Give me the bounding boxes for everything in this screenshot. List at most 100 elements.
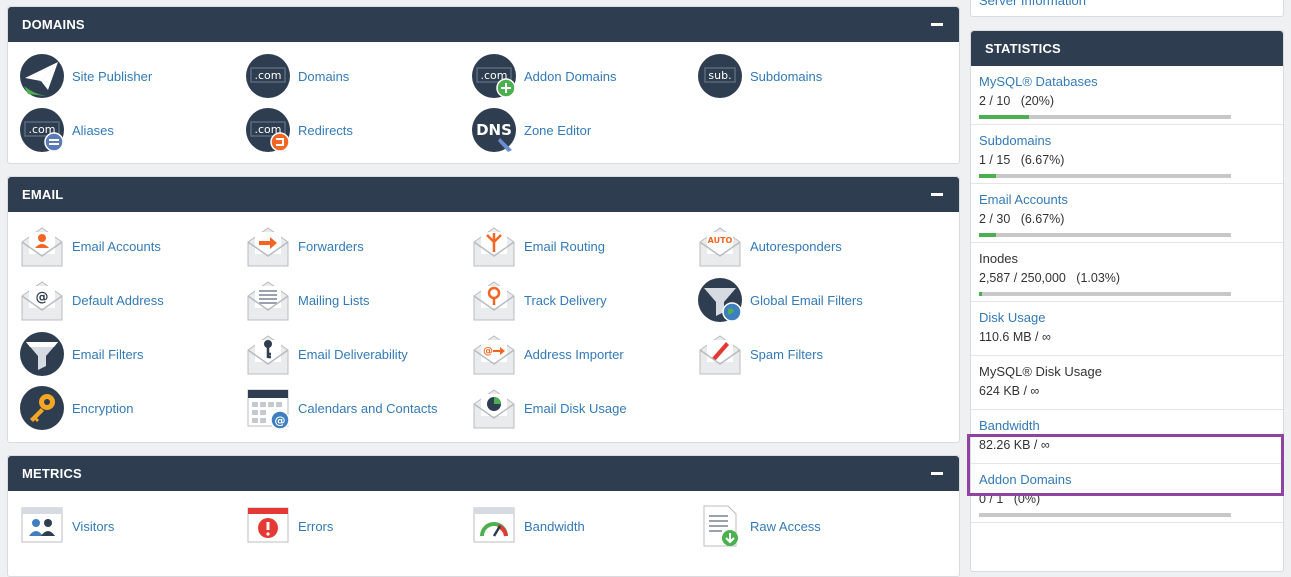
global-email-filters-item[interactable]: Global Email Filters: [698, 273, 924, 327]
envelope-import-icon: @: [472, 332, 516, 376]
calendar-at-icon: @: [246, 386, 290, 430]
item-label: Address Importer: [524, 346, 624, 362]
paper-plane-icon: [20, 54, 64, 98]
email-routing-item[interactable]: Email Routing: [472, 219, 698, 273]
address-importer-item[interactable]: @ Address Importer: [472, 327, 698, 381]
item-label: Forwarders: [298, 238, 364, 254]
track-delivery-item[interactable]: Track Delivery: [472, 273, 698, 327]
stat-value: 110.6 MB / ∞: [979, 330, 1051, 344]
progress-bar: [979, 292, 1231, 296]
auto-badge: AUTO: [708, 236, 733, 245]
envelope-key-icon: [246, 332, 290, 376]
raw-access-item[interactable]: Raw Access: [698, 499, 924, 553]
dotcom-redirect-icon: .com: [246, 108, 290, 152]
progress-fill: [979, 174, 996, 178]
envelope-at-icon: @: [20, 278, 64, 322]
dotcom-equal-icon: .com: [20, 108, 64, 152]
email-disk-usage-item[interactable]: Email Disk Usage: [472, 381, 698, 435]
envelope-arrow-icon: [246, 224, 290, 268]
calendars-contacts-item[interactable]: @ Calendars and Contacts: [246, 381, 472, 435]
stat-value: 2 / 10 (20%): [979, 94, 1055, 108]
subdomains-item[interactable]: sub. Subdomains: [698, 49, 924, 103]
domains-title: DOMAINS: [22, 17, 85, 32]
email-accounts-item[interactable]: Email Accounts: [20, 219, 246, 273]
stat-bandwidth: Bandwidth 82.26 KB / ∞: [971, 410, 1283, 464]
envelope-pie-icon: [472, 386, 516, 430]
stat-title[interactable]: MySQL® Databases: [979, 73, 1275, 91]
envelope-pen-icon: [698, 332, 742, 376]
item-label: Aliases: [72, 122, 114, 138]
collapse-icon[interactable]: [931, 193, 943, 196]
collapse-icon[interactable]: [931, 23, 943, 26]
stat-subdomains: Subdomains 1 / 15 (6.67%): [971, 125, 1283, 184]
stat-value: 0 / 1 (0%): [979, 492, 1041, 506]
stat-email-accounts: Email Accounts 2 / 30 (6.67%): [971, 184, 1283, 243]
item-label: Zone Editor: [524, 122, 592, 138]
item-label: Mailing Lists: [298, 292, 370, 308]
dns-icon: DNS: [472, 108, 516, 152]
statistics-panel: STATISTICS MySQL® Databases 2 / 10 (20%)…: [970, 30, 1284, 572]
default-address-item[interactable]: @ Default Address: [20, 273, 246, 327]
domains-item[interactable]: .com Domains: [246, 49, 472, 103]
progress-fill: [979, 233, 996, 237]
stat-title[interactable]: Disk Usage: [979, 309, 1275, 327]
item-label: Spam Filters: [750, 346, 823, 362]
item-label: Email Routing: [524, 238, 605, 254]
item-label: Redirects: [298, 122, 353, 138]
stat-title[interactable]: Addon Domains: [979, 471, 1275, 489]
item-label: Encryption: [72, 400, 134, 416]
autoresponders-item[interactable]: AUTO Autoresponders: [698, 219, 924, 273]
email-deliverability-item[interactable]: Email Deliverability: [246, 327, 472, 381]
svg-text:DNS: DNS: [476, 121, 512, 139]
aliases-item[interactable]: .com Aliases: [20, 103, 246, 157]
errors-item[interactable]: Errors: [246, 499, 472, 553]
key-icon: [20, 386, 64, 430]
progress-bar: [979, 233, 1231, 237]
email-title: EMAIL: [22, 187, 64, 202]
stat-value: 2,587 / 250,000 (1.03%): [979, 271, 1121, 285]
errors-icon: [246, 504, 290, 548]
domains-panel: DOMAINS Site Publisher .com Domains .com…: [7, 6, 960, 164]
stat-mysql-disk-usage: MySQL® Disk Usage 624 KB / ∞: [971, 356, 1283, 410]
encryption-item[interactable]: Encryption: [20, 381, 246, 435]
spam-filters-item[interactable]: Spam Filters: [698, 327, 924, 381]
svg-text:@: @: [275, 414, 286, 427]
envelope-pin-icon: [472, 278, 516, 322]
item-label: Email Deliverability: [298, 346, 408, 362]
forwarders-item[interactable]: Forwarders: [246, 219, 472, 273]
server-information-link[interactable]: Server Information: [979, 0, 1086, 8]
email-filters-item[interactable]: Email Filters: [20, 327, 246, 381]
metrics-panel: METRICS Visitors Errors Bandwidth Raw Ac…: [7, 455, 960, 577]
addon-domains-item[interactable]: .com Addon Domains: [472, 49, 698, 103]
stat-title[interactable]: Subdomains: [979, 132, 1275, 150]
metrics-title: METRICS: [22, 466, 82, 481]
envelope-person-icon: [20, 224, 64, 268]
site-publisher-item[interactable]: Site Publisher: [20, 49, 246, 103]
server-info-panel-stub: Server Information: [970, 0, 1284, 17]
stat-title[interactable]: Bandwidth: [979, 417, 1275, 435]
visitors-item[interactable]: Visitors: [20, 499, 246, 553]
domains-header[interactable]: DOMAINS: [8, 7, 959, 42]
zone-editor-item[interactable]: DNS Zone Editor: [472, 103, 698, 157]
visitors-icon: [20, 504, 64, 548]
item-label: Bandwidth: [524, 518, 585, 534]
item-label: Addon Domains: [524, 68, 617, 84]
stat-title[interactable]: Email Accounts: [979, 191, 1275, 209]
email-panel: EMAIL Email Accounts Forwarders Email Ro…: [7, 176, 960, 443]
stat-mysql-databases: MySQL® Databases 2 / 10 (20%): [971, 66, 1283, 125]
progress-fill: [979, 115, 1030, 119]
svg-text:@: @: [36, 290, 49, 305]
bandwidth-metric-item[interactable]: Bandwidth: [472, 499, 698, 553]
email-header[interactable]: EMAIL: [8, 177, 959, 212]
stat-title: MySQL® Disk Usage: [979, 364, 1102, 379]
item-label: Errors: [298, 518, 334, 534]
item-label: Domains: [298, 68, 350, 84]
stat-value: 82.26 KB / ∞: [979, 438, 1050, 452]
mailing-lists-item[interactable]: Mailing Lists: [246, 273, 472, 327]
redirects-item[interactable]: .com Redirects: [246, 103, 472, 157]
metrics-header[interactable]: METRICS: [8, 456, 959, 491]
funnel-globe-icon: [698, 278, 742, 322]
envelope-routing-icon: [472, 224, 516, 268]
collapse-icon[interactable]: [931, 472, 943, 475]
statistics-title: STATISTICS: [985, 41, 1061, 56]
